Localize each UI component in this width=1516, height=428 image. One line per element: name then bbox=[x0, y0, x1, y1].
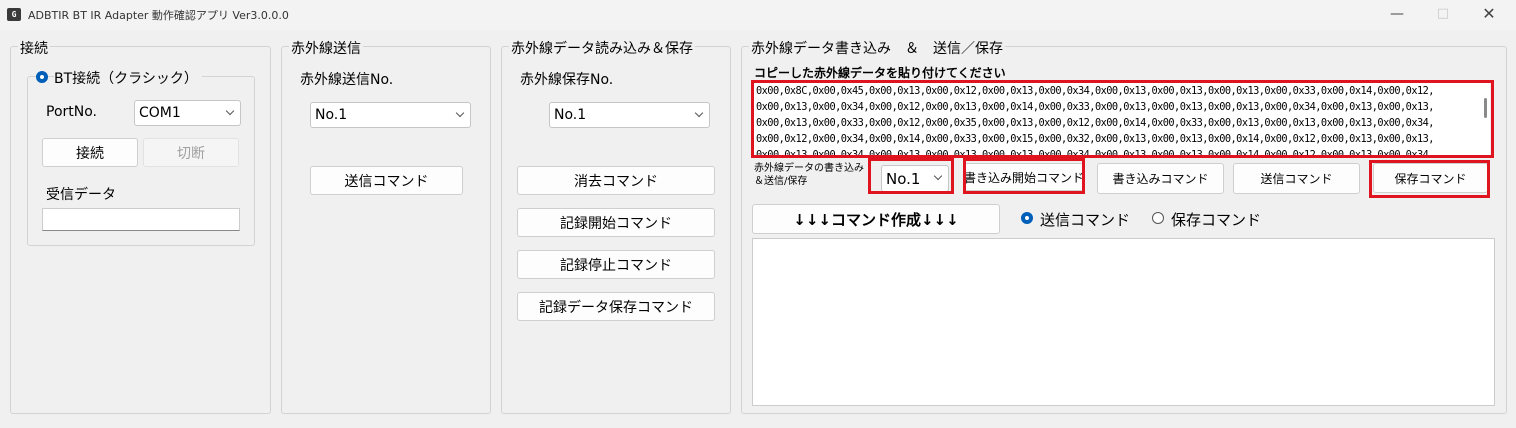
window-title: ADBTIR BT IR Adapter 動作確認アプリ Ver3.0.0.0 bbox=[28, 9, 289, 22]
write-send-save-label-line1: 赤外線データの書き込み bbox=[754, 163, 864, 174]
ir-data-line: 0x00,0x13,0x00,0x33,0x00,0x12,0x00,0x35,… bbox=[756, 117, 1434, 129]
command-output-area[interactable] bbox=[752, 238, 1495, 406]
ir-data-line: 0x00,0x8C,0x00,0x45,0x00,0x13,0x00,0x12,… bbox=[756, 85, 1434, 97]
title-bar: G ADBTIR BT IR Adapter 動作確認アプリ Ver3.0.0.… bbox=[0, 0, 1516, 30]
ir-write-no-value: No.1 bbox=[886, 170, 921, 188]
ir-save-no-value: No.1 bbox=[554, 107, 587, 123]
ir-read-group-title: 赤外線データ読み込み＆保存 bbox=[509, 38, 695, 58]
ir-save-no-select[interactable]: No.1 bbox=[549, 102, 710, 128]
ir-write-no-select[interactable]: No.1 bbox=[881, 165, 949, 192]
record-data-save-command-button[interactable]: 記録データ保存コマンド bbox=[517, 292, 715, 321]
bt-classic-label: BT接続（クラシック） bbox=[54, 68, 202, 88]
write-send-save-label-line2: ＆送信/保存 bbox=[754, 176, 808, 187]
disconnect-button[interactable]: 切断 bbox=[143, 138, 239, 167]
send-command-button[interactable]: 送信コマンド bbox=[1233, 163, 1360, 194]
bt-classic-radio[interactable] bbox=[36, 71, 48, 83]
ir-data-scrollbar[interactable] bbox=[1484, 98, 1487, 118]
make-command-button[interactable]: ↓↓↓コマンド作成↓↓↓ bbox=[752, 204, 1000, 234]
ir-write-group-title: 赤外線データ書き込み ＆ 送信／保存 bbox=[749, 38, 1005, 58]
minimize-icon[interactable]: — bbox=[1374, 0, 1420, 30]
write-start-command-button[interactable]: 書き込み開始コマンド bbox=[964, 163, 1084, 191]
paste-instruction-label: コピーした赤外線データを貼り付けてください bbox=[754, 66, 1006, 80]
ir-save-no-label: 赤外線保存No. bbox=[520, 72, 614, 88]
ir-data-line: 0x00,0x12,0x00,0x34,0x00,0x14,0x00,0x33,… bbox=[756, 133, 1434, 145]
write-command-button[interactable]: 書き込みコマンド bbox=[1097, 163, 1224, 194]
ir-data-line: 0x00,0x13,0x00,0x34,0x00,0x13,0x00,0x13,… bbox=[756, 149, 1434, 155]
record-start-command-button[interactable]: 記録開始コマンド bbox=[517, 208, 715, 237]
chevron-down-icon bbox=[455, 109, 465, 119]
maximize-icon[interactable]: □ bbox=[1420, 0, 1466, 30]
ir-send-no-label: 赤外線送信No. bbox=[300, 72, 394, 88]
send-command-radio[interactable] bbox=[1021, 212, 1033, 224]
ir-send-no-value: No.1 bbox=[315, 107, 348, 123]
close-icon[interactable]: ✕ bbox=[1466, 0, 1512, 30]
port-select-value: COM1 bbox=[139, 105, 181, 121]
received-data-field[interactable] bbox=[42, 208, 240, 231]
ir-send-command-button[interactable]: 送信コマンド bbox=[310, 166, 463, 195]
save-command-radio-label: 保存コマンド bbox=[1171, 211, 1262, 229]
ir-send-no-select[interactable]: No.1 bbox=[310, 102, 471, 128]
chevron-down-icon bbox=[225, 107, 235, 117]
ir-data-line: 0x00,0x13,0x00,0x34,0x00,0x12,0x00,0x13,… bbox=[756, 101, 1434, 113]
ir-send-group-title: 赤外線送信 bbox=[289, 38, 363, 58]
ir-data-input[interactable]: 0x00,0x8C,0x00,0x45,0x00,0x13,0x00,0x12,… bbox=[754, 83, 1490, 155]
write-send-save-label: 赤外線データの書き込み ＆送信/保存 bbox=[754, 162, 864, 188]
port-label: PortNo. bbox=[46, 104, 97, 120]
save-command-button[interactable]: 保存コマンド bbox=[1373, 163, 1488, 193]
chevron-down-icon bbox=[933, 172, 943, 182]
save-command-radio[interactable] bbox=[1152, 212, 1164, 224]
app-icon: G bbox=[7, 8, 21, 21]
received-data-label: 受信データ bbox=[46, 187, 116, 203]
erase-command-button[interactable]: 消去コマンド bbox=[517, 166, 715, 195]
connect-button[interactable]: 接続 bbox=[42, 138, 138, 167]
record-stop-command-button[interactable]: 記録停止コマンド bbox=[517, 250, 715, 279]
port-select[interactable]: COM1 bbox=[134, 100, 241, 126]
connection-group-title: 接続 bbox=[18, 38, 50, 58]
send-command-radio-label: 送信コマンド bbox=[1040, 211, 1131, 229]
chevron-down-icon bbox=[694, 109, 704, 119]
